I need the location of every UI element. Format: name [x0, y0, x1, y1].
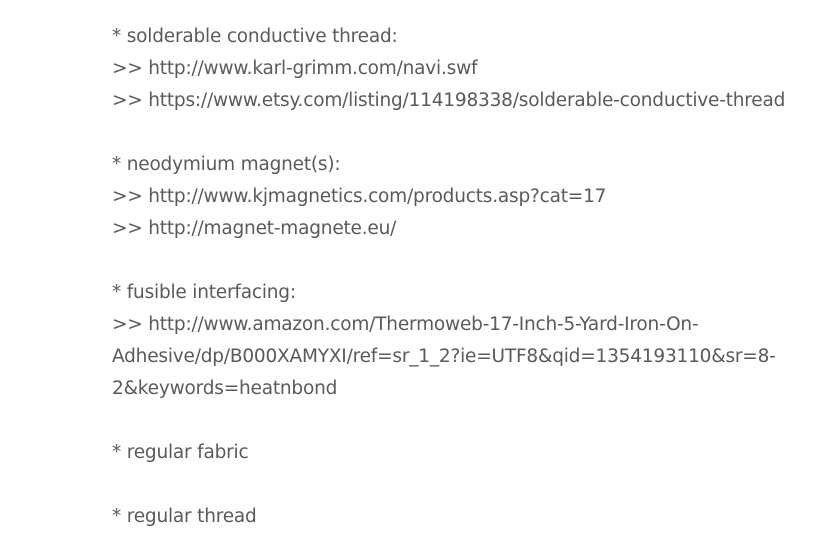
- list-item: * regular fabric: [112, 437, 802, 469]
- link[interactable]: >> http://www.karl-grimm.com/navi.swf: [112, 53, 802, 85]
- link[interactable]: >> http://magnet-magnete.eu/: [112, 213, 802, 245]
- item-heading: * regular fabric: [112, 442, 249, 463]
- link[interactable]: >> http://www.amazon.com/Thermoweb-17-In…: [112, 309, 802, 341]
- item-heading: * fusible interfacing:: [112, 282, 296, 303]
- item-heading: * solderable conductive thread:: [112, 26, 398, 47]
- item-heading: * neodymium magnet(s):: [112, 154, 341, 175]
- link-continuation[interactable]: 2&keywords=heatnbond: [112, 373, 802, 405]
- materials-list: * solderable conductive thread: >> http:…: [112, 21, 802, 533]
- list-item: * regular thread: [112, 501, 802, 533]
- list-item: * neodymium magnet(s): >> http://www.kjm…: [112, 149, 802, 245]
- list-item: * fusible interfacing: >> http://www.ama…: [112, 277, 802, 405]
- link[interactable]: >> http://www.kjmagnetics.com/products.a…: [112, 181, 802, 213]
- item-heading: * regular thread: [112, 506, 257, 527]
- link[interactable]: >> https://www.etsy.com/listing/11419833…: [112, 85, 802, 117]
- list-item: * solderable conductive thread: >> http:…: [112, 21, 802, 117]
- link-continuation[interactable]: Adhesive/dp/B000XAMYXI/ref=sr_1_2?ie=UTF…: [112, 341, 802, 373]
